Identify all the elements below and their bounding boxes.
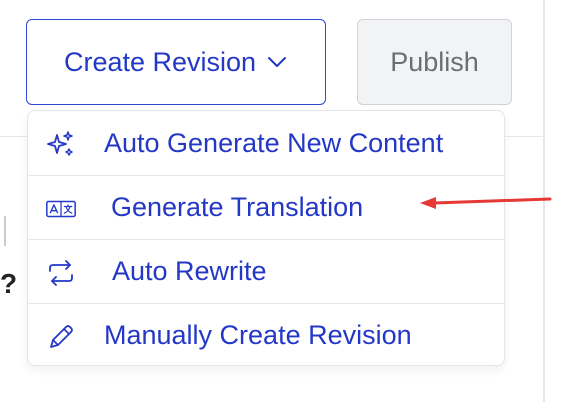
create-revision-menu: Auto Generate New Content Generate Trans… xyxy=(27,110,505,366)
menu-item-auto-generate[interactable]: Auto Generate New Content xyxy=(28,111,504,175)
menu-item-label: Auto Generate New Content xyxy=(104,127,444,158)
menu-item-manual-revision[interactable]: Manually Create Revision xyxy=(28,303,504,367)
create-revision-button[interactable]: Create Revision xyxy=(26,19,326,105)
sparkles-icon xyxy=(46,129,76,159)
create-revision-label: Create Revision xyxy=(63,46,257,77)
chevron-down-icon xyxy=(268,57,287,67)
menu-item-label: Manually Create Revision xyxy=(104,320,412,350)
publish-label: Publish xyxy=(390,46,479,77)
menu-item-label: Generate Translation xyxy=(111,192,364,222)
menu-item-auto-rewrite[interactable]: Auto Rewrite xyxy=(28,239,504,303)
menu-item-label: Auto Rewrite xyxy=(112,256,267,286)
partial-heading-fragment: ? xyxy=(0,268,18,299)
repeat-icon xyxy=(46,258,76,288)
publish-button[interactable]: Publish xyxy=(357,19,512,105)
pencil-icon xyxy=(46,322,76,352)
annotation-arrow-icon xyxy=(420,197,552,209)
translate-icon xyxy=(46,194,76,224)
partial-toolbar-icon xyxy=(0,216,6,246)
